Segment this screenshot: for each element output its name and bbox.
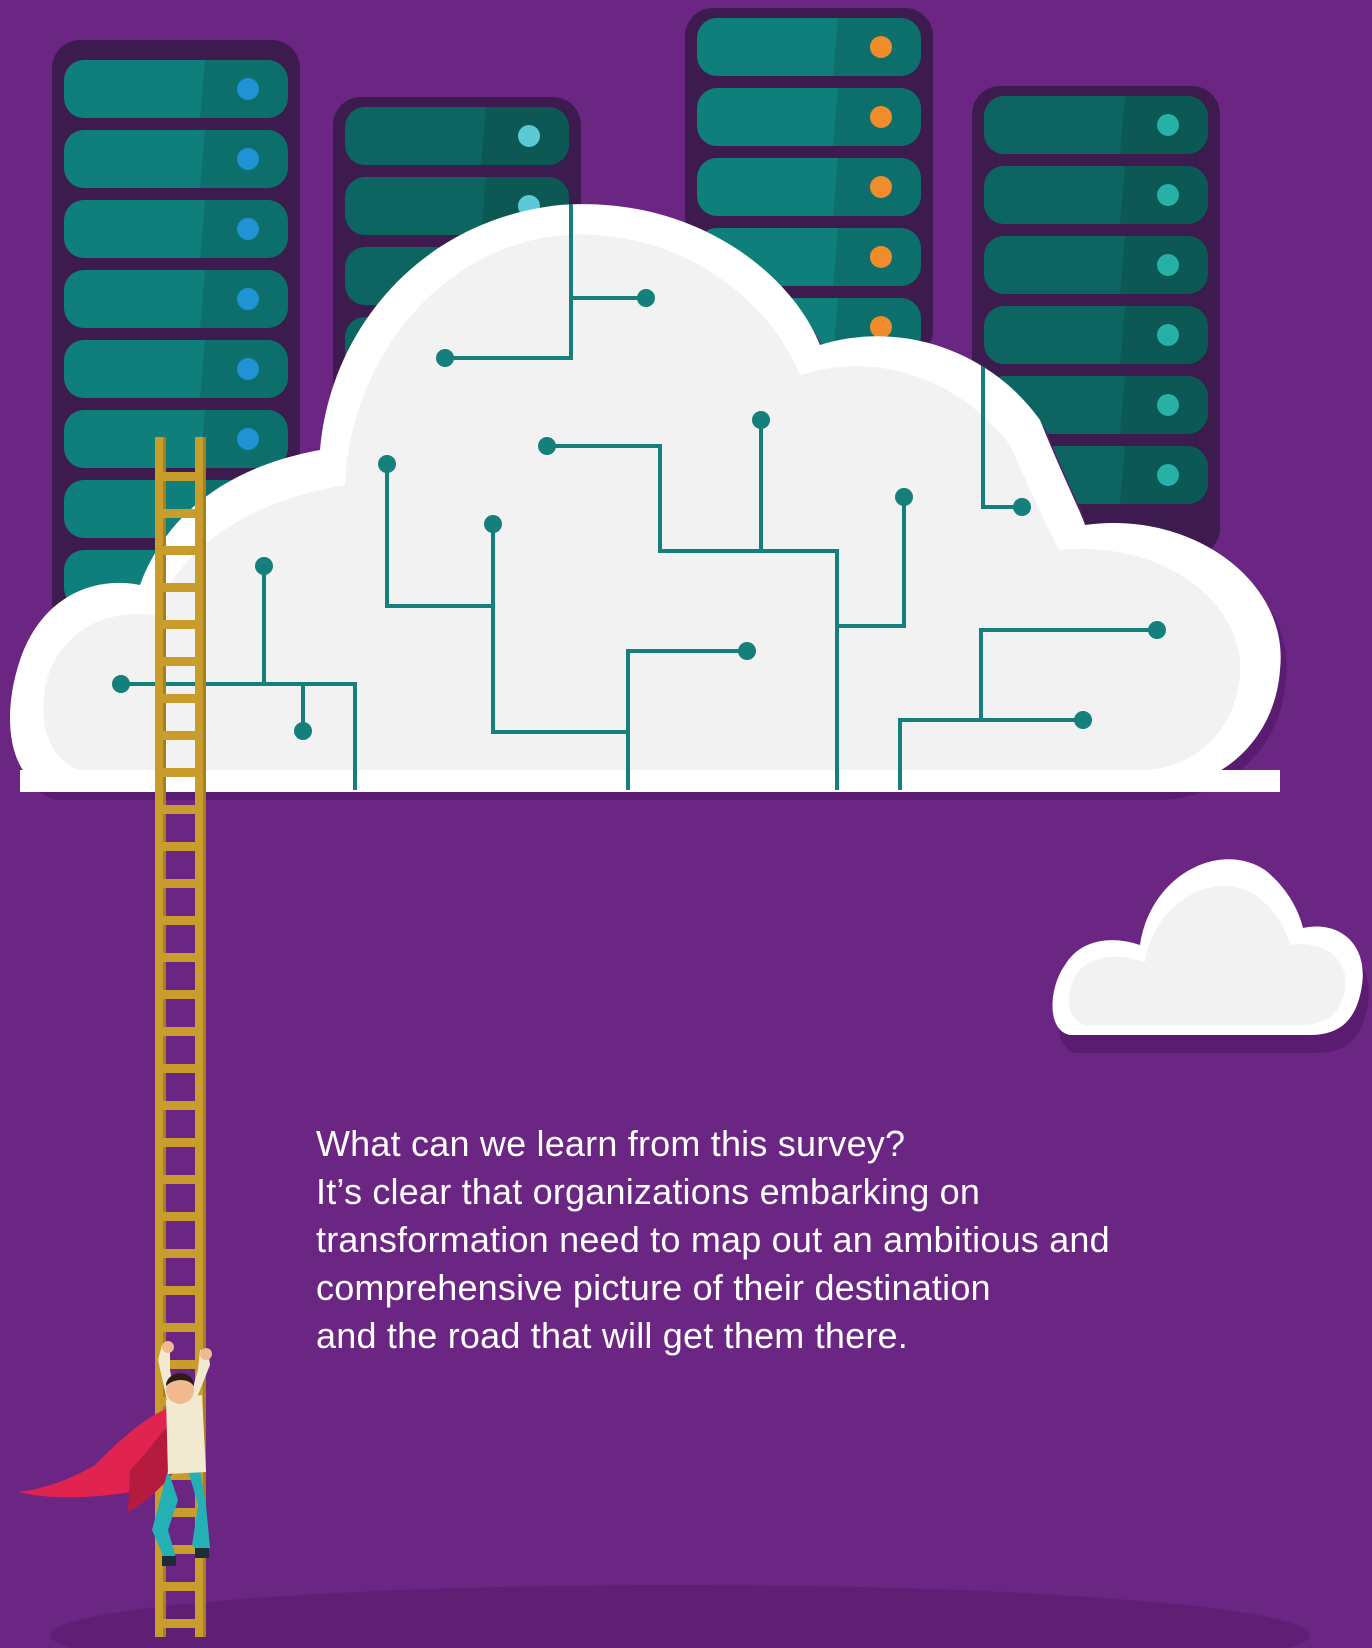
caption-line: What can we learn from this survey?	[316, 1123, 906, 1164]
ladder-rung	[160, 805, 200, 814]
server-led-icon	[237, 78, 259, 100]
ladder-rung	[160, 620, 200, 629]
server-led-icon	[237, 428, 259, 450]
ladder-rung	[160, 1323, 200, 1332]
ladder-rung	[160, 1138, 200, 1147]
server-led-icon	[1157, 324, 1179, 346]
server-led-icon	[237, 288, 259, 310]
ladder-rung	[160, 842, 200, 851]
ladder-rung	[160, 509, 200, 518]
ladder-rung	[160, 1101, 200, 1110]
server-led-icon	[237, 218, 259, 240]
server-led-icon	[518, 125, 540, 147]
server-led-icon	[1157, 254, 1179, 276]
ladder-rung	[160, 1286, 200, 1295]
caption-line: It’s clear that organizations embarking …	[316, 1171, 981, 1212]
ladder-rung	[160, 1249, 200, 1258]
caption-line: comprehensive picture of their destinati…	[316, 1267, 991, 1308]
ladder-rung	[160, 1027, 200, 1036]
caption-line: transformation need to map out an ambiti…	[316, 1219, 1110, 1260]
server-led-icon	[237, 358, 259, 380]
server-led-icon	[1157, 184, 1179, 206]
ladder-rung	[160, 694, 200, 703]
server-led-icon	[870, 246, 892, 268]
ladder-rung	[160, 990, 200, 999]
caption-line: and the road that will get them there.	[316, 1315, 908, 1356]
server-led-icon	[870, 36, 892, 58]
ladder-rung	[160, 953, 200, 962]
ladder-rung	[160, 916, 200, 925]
ladder-rung	[160, 1212, 200, 1221]
ladder-rung	[160, 1064, 200, 1073]
ladder-rung	[160, 583, 200, 592]
server-led-icon	[870, 176, 892, 198]
server-led-icon	[1157, 394, 1179, 416]
ladder-rung	[160, 546, 200, 555]
ladder-rung	[160, 879, 200, 888]
ladder-rung	[160, 1619, 200, 1628]
ladder-rung	[160, 1175, 200, 1184]
server-led-icon	[870, 316, 892, 338]
server-led-icon	[870, 106, 892, 128]
ladder-rung	[160, 472, 200, 481]
server-led-icon	[1157, 114, 1179, 136]
survey-caption: What can we learn from this survey? It’s…	[316, 1120, 1256, 1360]
ladder-rung	[160, 768, 200, 777]
server-led-icon	[1157, 464, 1179, 486]
illustration-scene	[0, 0, 1372, 1648]
ladder-rung	[160, 657, 200, 666]
ladder-rung	[160, 731, 200, 740]
ladder-rung	[160, 1582, 200, 1591]
server-led-icon	[237, 148, 259, 170]
